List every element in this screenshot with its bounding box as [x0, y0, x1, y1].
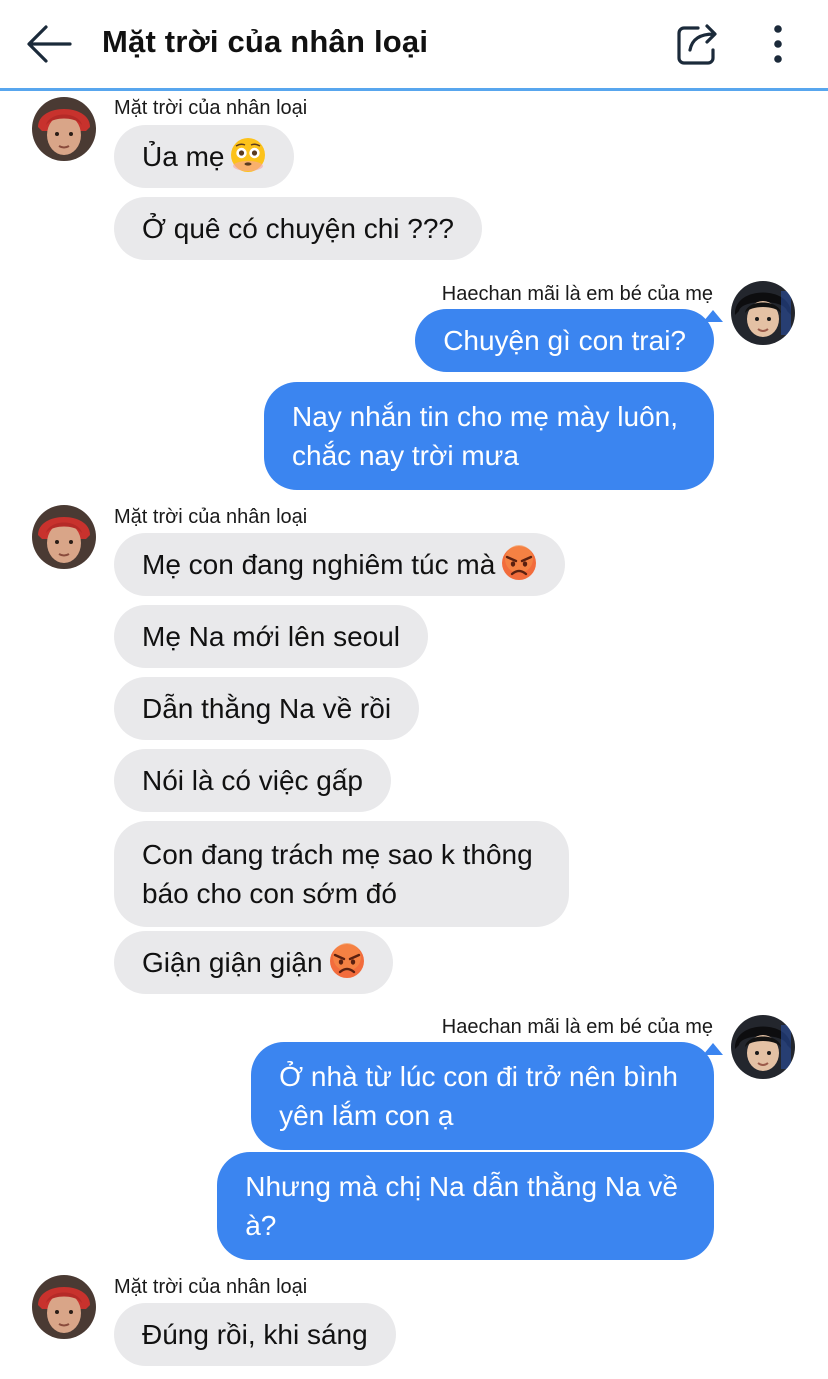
- share-icon: [677, 24, 717, 65]
- message-bubble[interactable]: Chuyện gì con trai?: [415, 309, 714, 372]
- message-bubble[interactable]: Đúng rồi, khi sáng: [114, 1303, 396, 1366]
- sender-name: Haechan mãi là em bé của mẹ: [441, 283, 713, 305]
- message-text: Dẫn thằng Na về rồi: [142, 693, 392, 724]
- message-bubble[interactable]: Nay nhắn tin cho mẹ mày luôn, chắc nay t…: [264, 382, 714, 490]
- sender-name: Haechan mãi là em bé của mẹ: [441, 1016, 713, 1038]
- message-text: Ở quê có chuyện chi ???: [142, 213, 454, 244]
- more-vertical-icon: [774, 25, 782, 63]
- contact-photo: [32, 505, 96, 569]
- back-button[interactable]: [22, 22, 74, 66]
- message-text: Giận giận giận: [142, 947, 323, 978]
- angry-face-emoji: [329, 943, 364, 978]
- message-bubble[interactable]: Ở quê có chuyện chi ???: [114, 197, 482, 260]
- contact-photo: [731, 1015, 795, 1079]
- message-bubble[interactable]: Dẫn thằng Na về rồi: [114, 677, 420, 740]
- share-button[interactable]: [674, 20, 722, 68]
- arrow-left-icon: [27, 25, 72, 63]
- message-text-line: Nay nhắn tin cho mẹ mày luôn,: [292, 401, 678, 432]
- avatar[interactable]: [731, 1015, 795, 1079]
- sender-name: Mặt trời của nhân loại: [114, 97, 308, 119]
- message-bubble[interactable]: Mẹ con đang nghiêm túc mà: [114, 533, 566, 596]
- more-options-button[interactable]: [760, 20, 796, 68]
- message-bubble[interactable]: Nói là có việc gấp: [114, 749, 392, 812]
- message-text-line: báo cho con sớm đó: [142, 878, 397, 909]
- sender-name: Mặt trời của nhân loại: [114, 1276, 308, 1298]
- message-text-line: Nhưng mà chị Na dẫn thằng Na về: [245, 1171, 678, 1202]
- contact-photo: [32, 97, 96, 161]
- message-text-line: Ở nhà từ lúc con đi trở nên bình: [279, 1061, 678, 1092]
- message-bubble[interactable]: Con đang trách mẹ sao k thông báo cho co…: [114, 821, 569, 927]
- avatar[interactable]: [32, 1275, 96, 1339]
- contact-photo: [32, 1275, 96, 1339]
- message-bubble[interactable]: Mẹ Na mới lên seoul: [114, 605, 429, 668]
- chat-header: Mặt trời của nhân loại: [0, 0, 828, 91]
- message-text-line: Con đang trách mẹ sao k thông: [142, 839, 533, 870]
- message-bubble[interactable]: Nhưng mà chị Na dẫn thằng Na về à?: [217, 1152, 714, 1260]
- message-bubble[interactable]: Giận giận giận: [114, 931, 393, 994]
- page-title: Mặt trời của nhân loại: [102, 24, 429, 59]
- angry-face-emoji: [502, 545, 537, 580]
- message-bubble[interactable]: Ủa mẹ: [114, 125, 295, 188]
- flushed-face-emoji: [231, 138, 266, 172]
- message-text-line: chắc nay trời mưa: [292, 440, 519, 471]
- message-text: Chuyện gì con trai?: [443, 325, 686, 356]
- message-text-line: à?: [245, 1210, 277, 1241]
- contact-photo: [731, 281, 795, 345]
- avatar[interactable]: [731, 281, 795, 345]
- message-text: Mẹ con đang nghiêm túc mà: [142, 549, 496, 580]
- avatar[interactable]: [32, 505, 96, 569]
- message-text: Ủa mẹ: [142, 141, 225, 172]
- message-text: Đúng rồi, khi sáng: [142, 1319, 368, 1350]
- message-text-line: yên lắm con ạ: [279, 1100, 454, 1131]
- sender-name: Mặt trời của nhân loại: [114, 506, 308, 528]
- avatar[interactable]: [32, 97, 96, 161]
- message-bubble[interactable]: Ở nhà từ lúc con đi trở nên bình yên lắm…: [251, 1042, 714, 1150]
- message-text: Mẹ Na mới lên seoul: [142, 621, 401, 652]
- message-text: Nói là có việc gấp: [142, 765, 364, 796]
